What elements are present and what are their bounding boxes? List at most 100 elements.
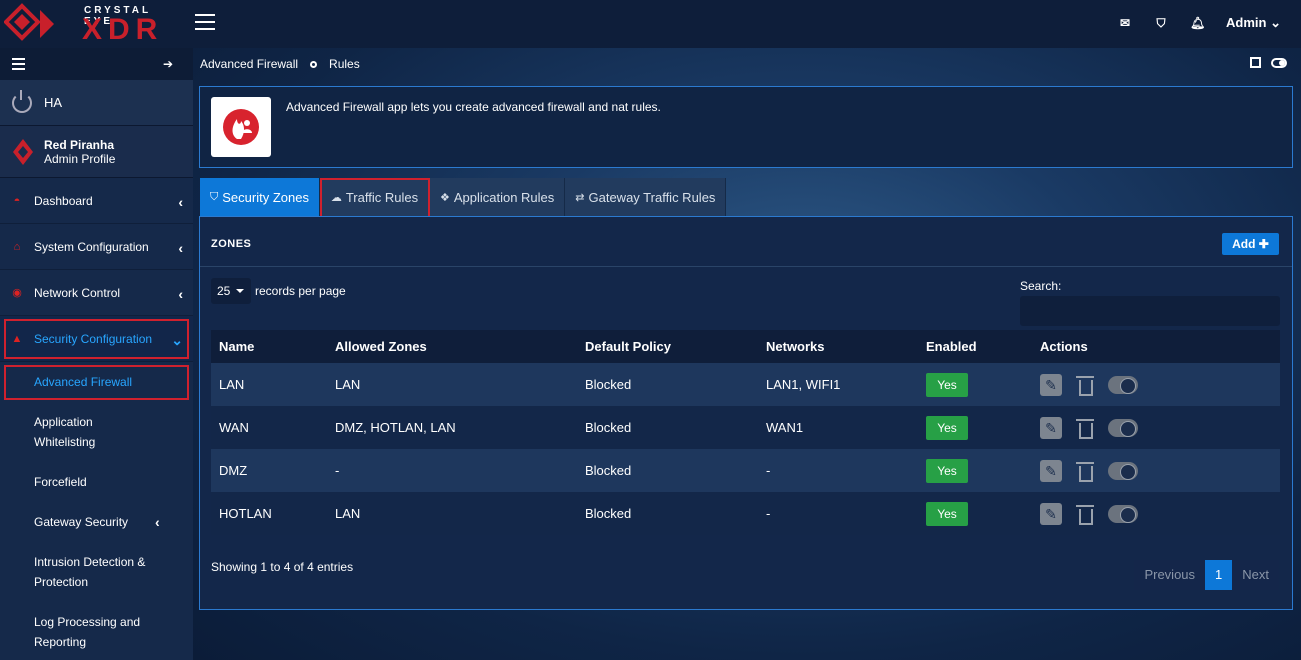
- trash-icon[interactable]: [1076, 417, 1094, 439]
- cubes-icon: ❖: [439, 191, 450, 204]
- logout-icon[interactable]: ➔: [163, 57, 173, 71]
- column-header[interactable]: Networks: [758, 330, 918, 363]
- sidebar-header: ➔: [0, 48, 193, 80]
- tab-label: Application Rules: [453, 189, 555, 205]
- trash-icon[interactable]: [1076, 374, 1094, 396]
- zone-name: WAN: [211, 406, 327, 449]
- records-per-page-label: records per page: [255, 284, 346, 298]
- crystal-eye-logo[interactable]: CRYSTAL EYE XDR: [3, 2, 164, 48]
- networks: LAN1, WIFI1: [758, 363, 918, 406]
- sidebar-subitem-log-processing[interactable]: Log Processing and Reporting: [0, 602, 193, 660]
- chevron-left-icon: ‹: [178, 240, 183, 256]
- sidebar-item-label: System Configuration: [34, 239, 149, 254]
- networks: -: [758, 492, 918, 535]
- mail-icon[interactable]: ✉: [1118, 16, 1132, 30]
- panel-title: ZONES: [211, 238, 252, 250]
- search-input[interactable]: [1020, 296, 1280, 326]
- toggle-icon[interactable]: [1271, 57, 1287, 68]
- bell-icon[interactable]: 🔔︎: [1190, 16, 1205, 30]
- enabled-badge[interactable]: Yes: [926, 372, 968, 397]
- toggle-icon[interactable]: [1108, 461, 1138, 480]
- page-button[interactable]: 1: [1205, 560, 1233, 590]
- home-icon: ⌂: [13, 240, 21, 253]
- profile-card[interactable]: Red Piranha Admin Profile: [0, 126, 193, 178]
- tab-traffic-rules[interactable]: ☁ Traffic Rules: [319, 178, 430, 220]
- enabled-badge[interactable]: Yes: [926, 501, 968, 526]
- edit-icon[interactable]: ✎: [1040, 416, 1062, 439]
- allowed-zones: LAN: [327, 492, 577, 535]
- zone-name: HOTLAN: [211, 492, 327, 535]
- table-row: LAN LAN Blocked LAN1, WIFI1 Yes ✎: [211, 363, 1280, 406]
- trash-icon[interactable]: [1076, 503, 1094, 525]
- next-page-button[interactable]: Next: [1232, 560, 1279, 590]
- column-header[interactable]: Enabled: [918, 330, 1032, 363]
- default-policy: Blocked: [577, 492, 758, 535]
- main-content: Advanced Firewall Rules Advanced Firewal…: [193, 48, 1301, 660]
- column-header: Actions: [1032, 330, 1280, 363]
- breadcrumb-page: Rules: [329, 57, 360, 71]
- edit-icon[interactable]: ✎: [1040, 502, 1062, 525]
- column-header[interactable]: Default Policy: [577, 330, 758, 363]
- chevron-left-icon: ‹: [178, 194, 183, 210]
- breadcrumb-separator-icon: [310, 60, 318, 68]
- sidebar-subitem-label: Intrusion Detection & Protection: [34, 555, 146, 589]
- app-info-box: Advanced Firewall app lets you create ad…: [199, 86, 1293, 168]
- chevron-left-icon: ‹: [155, 514, 160, 530]
- sidebar-subitem-forcefield[interactable]: Forcefield: [0, 462, 193, 502]
- entries-summary: Showing 1 to 4 of 4 entries: [211, 560, 354, 574]
- table-header-row: Name Allowed Zones Default Policy Networ…: [211, 330, 1280, 363]
- default-policy: Blocked: [577, 449, 758, 492]
- sidebar-item-dashboard[interactable]: ◓ Dashboard ‹: [0, 178, 193, 224]
- sidebar-subitem-label: Application Whitelisting: [34, 415, 96, 449]
- enabled-badge[interactable]: Yes: [926, 415, 968, 440]
- sidebar-subitem-intrusion-detection[interactable]: Intrusion Detection & Protection: [0, 542, 193, 602]
- rule-tabs: ⛉ Security Zones ☁ Traffic Rules ❖ Appli…: [200, 178, 727, 220]
- sidebar-item-ha[interactable]: HA: [0, 80, 193, 126]
- add-zone-button[interactable]: Add ✚: [1222, 233, 1279, 255]
- sidebar-item-label: Dashboard: [34, 193, 93, 208]
- records-per-page-select[interactable]: 25: [211, 278, 251, 304]
- shield-icon[interactable]: ⛉: [1154, 16, 1168, 30]
- trash-icon[interactable]: [1076, 460, 1094, 482]
- tab-application-rules[interactable]: ❖ Application Rules: [429, 178, 566, 216]
- toggle-icon[interactable]: [1108, 418, 1138, 437]
- column-header[interactable]: Name: [211, 330, 327, 363]
- toggle-icon[interactable]: [1108, 375, 1138, 394]
- dashboard-icon: ◓: [13, 194, 21, 207]
- highlight-box: [4, 319, 189, 359]
- edit-icon[interactable]: ✎: [1040, 459, 1062, 482]
- breadcrumb-app[interactable]: Advanced Firewall: [200, 57, 298, 71]
- sidebar-collapse-icon[interactable]: [12, 58, 25, 73]
- column-header[interactable]: Allowed Zones: [327, 330, 577, 363]
- sidebar-item-network-control[interactable]: ◉ Network Control ‹: [0, 270, 193, 316]
- sidebar-subitem-label: Forcefield: [34, 475, 87, 489]
- book-icon[interactable]: [1250, 57, 1261, 68]
- menu-toggle-icon[interactable]: [195, 14, 215, 32]
- breadcrumb: Advanced Firewall Rules: [200, 57, 360, 71]
- enabled-badge[interactable]: Yes: [926, 458, 968, 483]
- sidebar-subitem-application-whitelisting[interactable]: Application Whitelisting: [0, 402, 193, 462]
- logo-mark-icon: [3, 3, 54, 41]
- firewall-app-icon: [211, 97, 271, 157]
- zones-panel: ZONES Add ✚ 25 records per page Search: …: [199, 216, 1293, 610]
- page-tools: [1250, 57, 1287, 68]
- edit-icon[interactable]: ✎: [1040, 373, 1062, 396]
- red-piranha-logo-icon: [13, 138, 33, 165]
- tab-security-zones[interactable]: ⛉ Security Zones: [200, 178, 320, 216]
- toggle-icon[interactable]: [1108, 504, 1138, 523]
- user-menu[interactable]: Admin ⌄: [1226, 15, 1281, 31]
- zone-name: DMZ: [211, 449, 327, 492]
- user-label: Admin: [1226, 15, 1267, 30]
- table-row: DMZ - Blocked - Yes ✎: [211, 449, 1280, 492]
- highlight-box: [319, 178, 430, 220]
- tab-gateway-traffic-rules[interactable]: ⇄ Gateway Traffic Rules: [565, 178, 727, 216]
- sidebar-subitem-gateway-security[interactable]: Gateway Security ‹: [0, 502, 193, 542]
- tab-label: Gateway Traffic Rules: [588, 189, 716, 205]
- networks: -: [758, 449, 918, 492]
- top-bar: CRYSTAL EYE XDR ✉ ⛉ 🔔︎ Admin ⌄: [0, 0, 1301, 48]
- sidebar-item-system-configuration[interactable]: ⌂ System Configuration ‹: [0, 224, 193, 270]
- default-policy: Blocked: [577, 363, 758, 406]
- previous-page-button[interactable]: Previous: [1134, 560, 1206, 590]
- zone-name: LAN: [211, 363, 327, 406]
- app-description: Advanced Firewall app lets you create ad…: [286, 100, 661, 114]
